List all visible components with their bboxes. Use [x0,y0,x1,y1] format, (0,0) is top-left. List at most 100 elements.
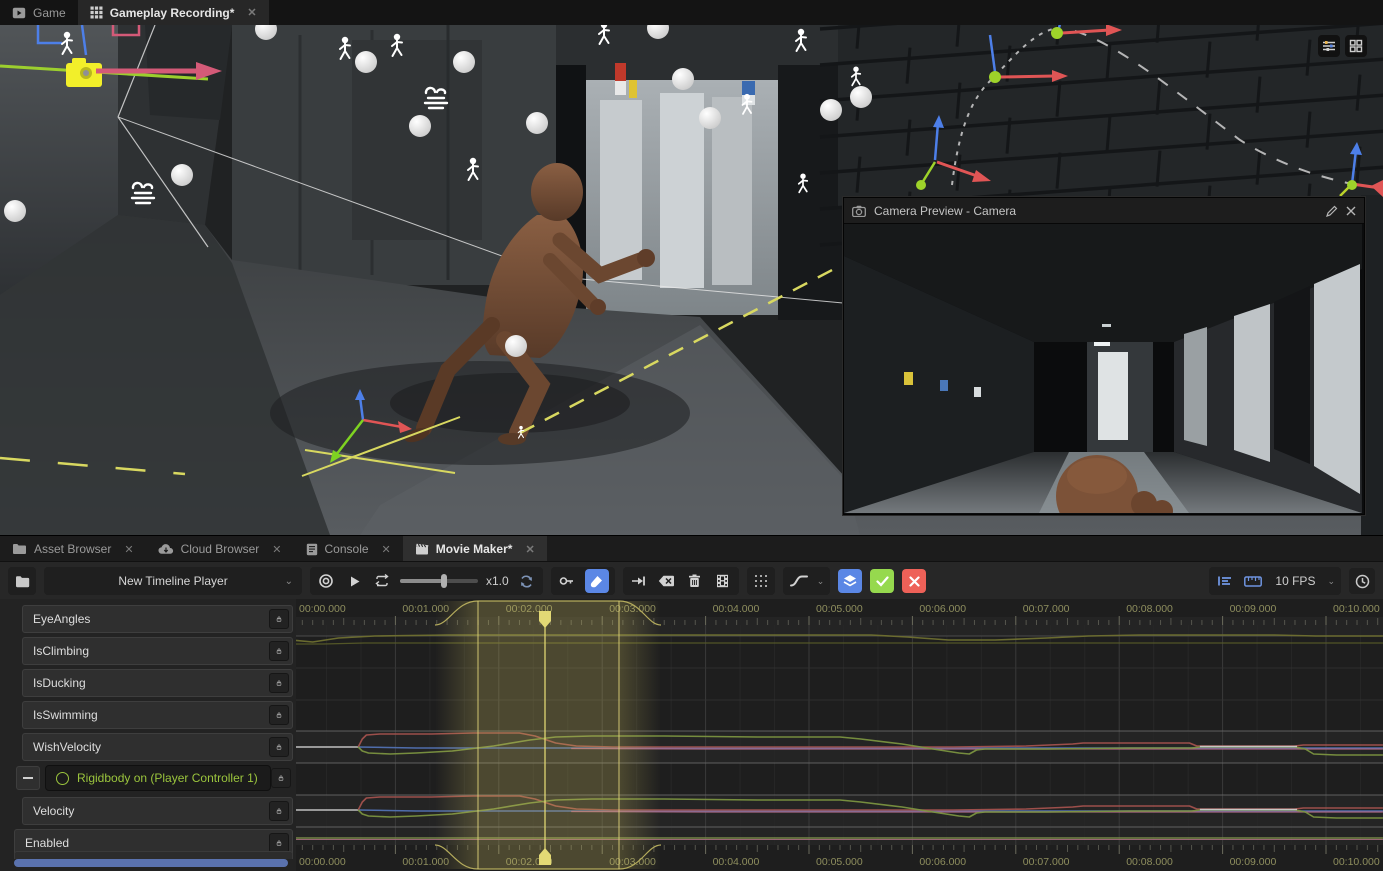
brush-record-button[interactable] [585,569,609,593]
track-row-velocity[interactable]: Velocity [22,797,293,825]
sound-sphere-gizmo[interactable] [672,68,694,90]
timeline-player-dropdown[interactable]: New Timeline Player ⌄ [44,567,302,595]
lock-track-button[interactable] [269,609,289,629]
ruler-label-top: 00:09.000 [1230,603,1277,615]
sound-sphere-gizmo[interactable] [171,164,193,186]
camera-preview-panel[interactable]: Camera Preview - Camera [843,197,1365,515]
track-row-wishvelocity[interactable]: WishVelocity [22,733,293,761]
sound-sphere-gizmo[interactable] [4,200,26,222]
timeline-lanes[interactable]: 00:00.00000:00.00000:01.00000:01.00000:0… [296,599,1383,871]
collapse-group-button[interactable] [16,766,40,790]
panel-tab-asset-browser[interactable]: Asset Browser✕ [0,536,146,562]
chevron-down-icon: ⌄ [817,576,825,587]
close-tab-icon[interactable]: ✕ [124,543,133,556]
top-tab-gameplay-recording[interactable]: Gameplay Recording*✕ [78,0,269,25]
playback-group: x1.0 [310,567,543,595]
ruler-label-top: 00:00.000 [299,603,346,615]
keyframe-button[interactable] [557,571,577,591]
track-row-isswimming[interactable]: IsSwimming [22,701,293,729]
camera-preview-title: Camera Preview - Camera [874,204,1016,218]
ruler-label-top: 00:04.000 [713,603,760,615]
close-tab-icon[interactable]: ✕ [382,543,391,556]
component-circle-icon [56,772,69,785]
partial-track-row [14,851,293,859]
folder-icon [15,575,30,588]
snap-grid-button[interactable] [747,567,775,595]
lock-track-button[interactable] [269,673,289,693]
play-button[interactable] [344,571,364,591]
close-tab-icon[interactable]: ✕ [525,543,534,556]
layers-button[interactable] [838,569,862,593]
edit-camera-button[interactable] [1326,205,1338,217]
delete-button[interactable] [685,571,705,591]
close-preview-button[interactable] [1346,206,1356,216]
sound-sphere-gizmo[interactable] [505,335,527,357]
top-tab-game[interactable]: Game [0,0,78,25]
ruler-label-bottom: 00:05.000 [816,856,863,868]
ruler-label-bottom: 00:08.000 [1126,856,1173,868]
sound-sphere-gizmo[interactable] [820,99,842,121]
timeline-player-value: New Timeline Player [118,574,227,588]
clock-icon [1355,574,1370,589]
sound-sphere-gizmo[interactable] [850,86,872,108]
camera-preview-titlebar[interactable]: Camera Preview - Camera [844,198,1364,224]
lock-track-button[interactable] [269,801,289,821]
viewport-buttons [1318,35,1367,57]
loop-button[interactable] [372,571,392,591]
discard-button[interactable] [902,569,926,593]
ruler-label-bottom: 00:07.000 [1023,856,1070,868]
layers-icon [843,574,857,588]
sound-sphere-gizmo[interactable] [355,51,377,73]
lock-track-button[interactable] [269,833,289,853]
record-button[interactable] [316,571,336,591]
close-tab-icon[interactable]: ✕ [272,543,281,556]
viewport-layout-button[interactable] [1345,35,1367,57]
playback-speed-slider[interactable] [400,574,478,588]
group-pill[interactable]: Rigidbody on (Player Controller 1) [45,765,271,791]
sound-sphere-gizmo[interactable] [526,112,548,134]
lock-track-button[interactable] [271,768,291,788]
sliders-icon [1322,39,1336,53]
lock-track-button[interactable] [269,737,289,757]
align-tracks-icon [1215,571,1235,591]
viewport-settings-button[interactable] [1318,35,1340,57]
track-group-rigidbody-on-player-controller-1[interactable]: Rigidbody on (Player Controller 1) [16,765,293,791]
lock-track-button[interactable] [269,641,289,661]
track-list: EyeAngles IsClimbing IsDucking IsSwimming Wi… [0,599,296,871]
track-row-isclimbing[interactable]: IsClimbing [22,637,293,665]
viewport-3d[interactable]: Camera Preview - Camera [0,25,1383,535]
ruler-label-top: 00:10.000 [1333,603,1380,615]
fps-group[interactable]: 10 FPS ⌄ [1209,567,1341,595]
top-tab-bar: GameGameplay Recording*✕ [0,0,1383,25]
clear-button[interactable] [657,571,677,591]
check-icon [876,576,889,587]
interpolation-group[interactable]: ⌄ [783,567,831,595]
lock-track-button[interactable] [269,705,289,725]
sound-sphere-gizmo[interactable] [699,107,721,129]
sync-button[interactable] [517,571,537,591]
sound-sphere-gizmo[interactable] [453,51,475,73]
goto-playhead-button[interactable] [629,571,649,591]
game-icon [12,7,26,19]
track-panel-scrollbar[interactable] [14,859,288,867]
ruler-icon [1243,571,1263,591]
track-row-isducking[interactable]: IsDucking [22,669,293,697]
x-icon [909,576,920,587]
speed-label: x1.0 [486,574,509,588]
time-options-button[interactable] [1349,568,1375,594]
fps-value: 10 FPS [1271,574,1319,588]
close-tab-icon[interactable]: ✕ [247,6,256,19]
track-row-eyeangles[interactable]: EyeAngles [22,605,293,633]
selection-region[interactable] [435,601,661,869]
open-timeline-button[interactable] [8,567,36,595]
timeline-panel: EyeAngles IsClimbing IsDucking IsSwimming Wi… [0,599,1383,871]
ruler-label-top: 00:08.000 [1126,603,1173,615]
grid-dots-icon [754,574,768,588]
panel-tab-movie-maker[interactable]: Movie Maker*✕ [403,536,547,562]
curve-icon [789,571,809,591]
film-button[interactable] [713,571,733,591]
sound-sphere-gizmo[interactable] [409,115,431,137]
panel-tab-cloud-browser[interactable]: Cloud Browser✕ [146,536,294,562]
panel-tab-console[interactable]: Console✕ [294,536,403,562]
apply-button[interactable] [870,569,894,593]
